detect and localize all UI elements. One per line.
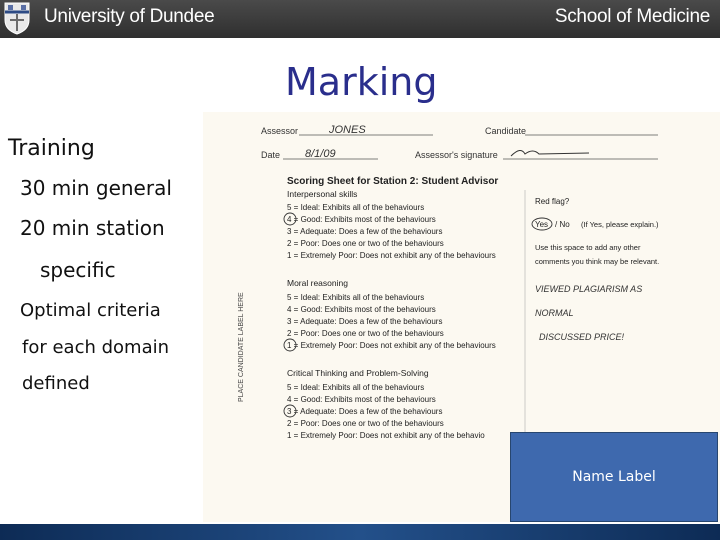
assessor-label: Assessor [261,126,298,136]
critical-score-4: 4 = Good: Exhibits most of the behaviour… [287,395,436,404]
name-label-box: Name Label [510,432,718,522]
university-name: University of Dundee [44,6,215,27]
candidate-label: Candidate [485,126,526,136]
critical-score-5: 5 = Ideal: Exhibits all of the behaviour… [287,383,424,392]
footer-bar [0,524,720,540]
bullet-general-duration: 30 min general [20,176,172,200]
signature-label: Assessor's signature [415,150,498,160]
comment-hint-line-1: Use this space to add any other [535,243,641,252]
header-bar: University of Dundee School of Medicine [0,0,720,38]
moral-score-4: 4 = Good: Exhibits most of the behaviour… [287,305,436,314]
section-title-moral: Moral reasoning [287,278,348,288]
assessor-value: JONES [328,124,366,136]
interpersonal-score-2: 2 = Poor: Does one or two of the behavio… [287,239,444,248]
moral-score-3: 3 = Adequate: Does a few of the behaviou… [287,317,442,326]
bullet-training: Training [8,136,95,161]
section-title-critical-thinking: Critical Thinking and Problem-Solving [287,368,429,378]
red-flag-note: (If Yes, please explain.) [581,220,659,229]
scoring-sheet-heading: Scoring Sheet for Station 2: Student Adv… [287,176,498,187]
red-flag-yes: Yes [535,220,548,229]
moral-score-2: 2 = Poor: Does one or two of the behavio… [287,329,444,338]
moral-score-1: 1 = Extremely Poor: Does not exhibit any… [287,341,496,350]
name-label-text: Name Label [572,469,656,485]
critical-score-3: 3 = Adequate: Does a few of the behaviou… [287,407,442,416]
critical-score-2: 2 = Poor: Does one or two of the behavio… [287,419,444,428]
handwritten-comment-1: VIEWED PLAGIARISM AS [535,284,642,294]
red-flag-label: Red flag? [535,197,570,206]
section-title-interpersonal: Interpersonal skills [287,189,357,199]
date-label: Date [261,150,280,160]
bullet-station-duration: 20 min station [20,216,165,240]
signature-scribble [510,150,590,157]
slide-title: Marking [285,60,438,104]
interpersonal-score-5: 5 = Ideal: Exhibits all of the behaviour… [287,203,424,212]
interpersonal-score-3: 3 = Adequate: Does a few of the behaviou… [287,227,442,236]
bullet-each-domain: for each domain [22,337,170,358]
bullet-optimal-criteria: Optimal criteria [20,300,161,321]
moral-score-5: 5 = Ideal: Exhibits all of the behaviour… [287,293,424,302]
school-name: School of Medicine [554,6,710,27]
comment-hint-line-2: comments you think may be relevant. [535,257,659,266]
bullet-station-specific: specific [40,258,116,282]
date-value: 8/1/09 [305,148,336,160]
interpersonal-score-4: 4 = Good: Exhibits most of the behaviour… [287,215,436,224]
critical-score-1: 1 = Extremely Poor: Does not exhibit any… [287,431,485,440]
university-crest-icon [4,2,30,35]
handwritten-comment-3: DISCUSSED PRICE! [539,332,625,342]
candidate-label-side-text: PLACE CANDIDATE LABEL HERE [238,292,245,402]
interpersonal-score-1: 1 = Extremely Poor: Does not exhibit any… [287,251,496,260]
handwritten-comment-2: NORMAL [535,308,574,318]
red-flag-no: / No [555,220,570,229]
bullet-defined: defined [22,373,90,394]
